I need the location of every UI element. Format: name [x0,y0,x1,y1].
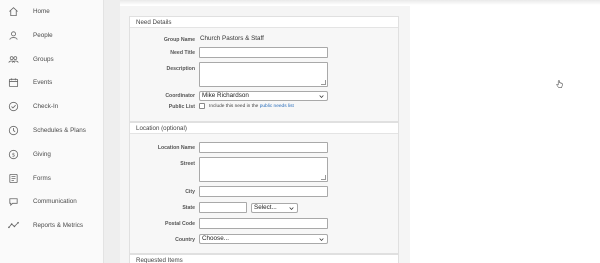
coordinator-selected-value: Mike Richardson [202,92,249,99]
chevron-down-icon [319,95,324,99]
sidebar-item-forms[interactable]: Forms [0,167,104,189]
group-name-label: Group Name [163,37,195,43]
section-header: Location (optional) [130,123,398,134]
location-name-label: Location Name [157,145,195,151]
sidebar-item-label: People [33,31,53,39]
public-list-label: Public List [168,104,195,110]
public-needs-list-link[interactable]: public needs list [260,104,294,109]
city-input[interactable] [199,186,328,197]
location-name-input[interactable] [199,142,328,153]
metrics-icon [8,220,19,231]
state-select[interactable]: Select... [251,203,298,213]
sidebar-item-reports[interactable]: Reports & Metrics [0,214,104,236]
sidebar-item-label: Groups [33,55,54,63]
sidebar-item-label: Schedules & Plans [33,126,86,134]
group-name-value: Church Pastors & Staff [200,35,264,42]
sidebar-gutter [104,0,120,263]
need-title-input[interactable] [199,47,328,58]
hand-cursor-icon [556,80,563,88]
sidebar-item-label: Events [33,78,53,86]
street-label: Street [180,161,195,167]
sidebar-item-label: Reports & Metrics [33,221,84,229]
postal-code-label: Postal Code [165,221,195,227]
sidebar-item-label: Communication [33,197,77,205]
public-list-checkbox[interactable] [199,103,205,109]
requested-items-section: Requested Items [129,254,399,263]
coordinator-select[interactable]: Mike Richardson [199,91,328,101]
svg-text:$: $ [12,152,16,158]
sidebar-item-groups[interactable]: Groups [0,48,104,70]
section-header: Need Details [130,17,398,28]
street-textarea[interactable] [199,157,328,182]
section-header: Requested Items [130,255,398,263]
sidebar-nav: Home People Groups Events Check-In Sched… [0,0,104,263]
public-list-text: Include this need in the public needs li… [209,104,294,109]
sidebar-item-check-in[interactable]: Check-In [0,95,104,117]
chevron-down-icon [289,207,294,211]
sidebar-item-label: Home [33,7,50,15]
description-textarea[interactable] [199,62,328,87]
state-selected-value: Select... [254,204,277,211]
forms-icon [8,173,19,184]
groups-icon [8,54,19,65]
country-label: Country [175,237,195,243]
calendar-icon [8,77,19,88]
country-selected-value: Choose... [202,235,229,242]
sidebar-item-communication[interactable]: Communication [0,190,104,212]
chat-icon [8,196,19,207]
state-input[interactable] [199,202,247,213]
coordinator-label: Coordinator [165,93,195,99]
postal-code-input[interactable] [199,218,328,229]
sidebar-item-giving[interactable]: $ Giving [0,143,104,165]
sidebar-item-events[interactable]: Events [0,71,104,93]
sidebar-item-label: Forms [33,174,51,182]
check-circle-icon [8,101,19,112]
description-label: Description [166,66,195,72]
sidebar-item-home[interactable]: Home [0,0,104,22]
country-select[interactable]: Choose... [199,234,328,244]
person-icon [8,30,19,41]
need-title-label: Need Title [170,50,195,56]
dollar-icon: $ [8,149,19,160]
chevron-down-icon [319,238,324,242]
sidebar-item-people[interactable]: People [0,24,104,46]
sidebar-item-schedules[interactable]: Schedules & Plans [0,119,104,141]
top-shadow [120,0,600,5]
state-label: State [182,205,195,211]
sidebar-item-label: Check-In [33,102,59,110]
home-icon [8,6,19,17]
clock-icon [8,125,19,136]
public-list-caption: Include this need in the [209,104,259,109]
city-label: City [185,189,195,195]
sidebar-item-label: Giving [33,150,51,158]
